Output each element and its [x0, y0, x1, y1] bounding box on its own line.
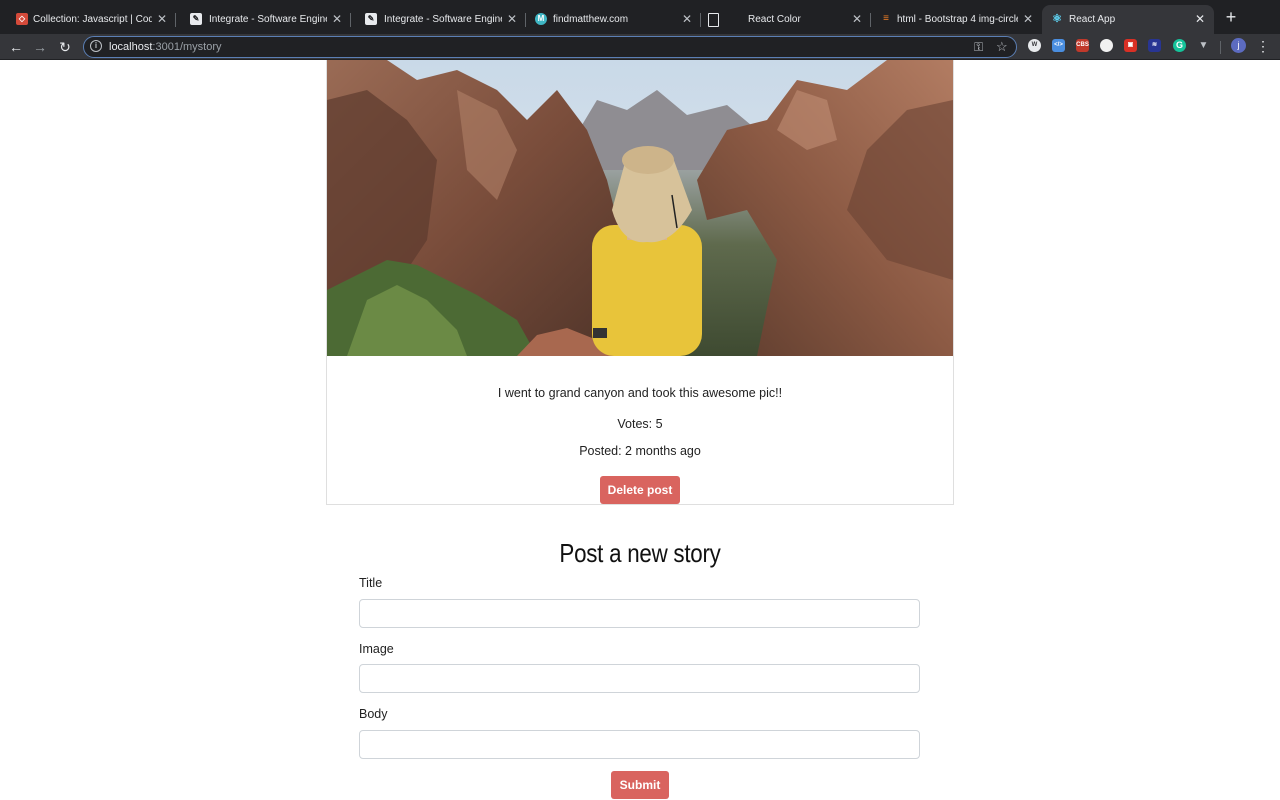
- browser-menu-icon[interactable]: ⋮: [1256, 37, 1270, 55]
- browser-tab-active[interactable]: ⚛ React App ✕: [1042, 5, 1214, 34]
- title-input[interactable]: [359, 599, 920, 628]
- title-label: Title: [359, 576, 383, 590]
- story-caption: I went to grand canyon and took this awe…: [497, 386, 783, 400]
- wordpress-extension-icon[interactable]: W: [1028, 39, 1041, 52]
- browser-tab-1[interactable]: ◇ Collection: Javascript | Code ✕: [0, 5, 176, 34]
- reload-button[interactable]: ↻: [56, 38, 74, 56]
- close-tab-icon[interactable]: ✕: [851, 5, 863, 34]
- url-text[interactable]: localhost:3001/mystory: [109, 37, 222, 57]
- stackoverflow-icon: ≡: [883, 13, 889, 24]
- tag-extension-icon[interactable]: ≋: [1148, 39, 1161, 52]
- pencil-icon: ✎: [190, 13, 202, 25]
- bookmark-star-icon[interactable]: ☆: [996, 38, 1008, 56]
- forward-button[interactable]: →: [31, 38, 49, 56]
- new-tab-button[interactable]: +: [1222, 7, 1240, 27]
- close-tab-icon[interactable]: ✕: [1194, 5, 1206, 34]
- browser-tab-3[interactable]: ✎ Integrate - Software Engineer ✕: [351, 5, 526, 34]
- tab-title: React App: [1069, 14, 1116, 25]
- image-input[interactable]: [359, 664, 920, 693]
- tab-title: findmatthew.com: [553, 14, 629, 25]
- m-logo-icon: M: [535, 13, 547, 25]
- browser-tab-6[interactable]: ≡ html - Bootstrap 4 img-circle ✕: [871, 5, 1042, 34]
- red-extension-icon[interactable]: ▣: [1124, 39, 1137, 52]
- circle-extension-icon[interactable]: [1100, 39, 1113, 52]
- new-story-heading: Post a new story: [559, 538, 721, 568]
- submit-button[interactable]: Submit: [611, 771, 669, 799]
- close-tab-icon[interactable]: ✕: [681, 5, 693, 34]
- codepen-icon: ◇: [16, 13, 28, 25]
- tab-strip: ◇ Collection: Javascript | Code ✕ ✎ Inte…: [0, 0, 1280, 34]
- browser-tab-2[interactable]: ✎ Integrate - Software Engineer ✕: [176, 5, 351, 34]
- tab-title: React Color: [748, 14, 801, 25]
- body-input[interactable]: [359, 730, 920, 759]
- delete-post-button[interactable]: Delete post: [600, 476, 680, 504]
- tab-title: Collection: Javascript | Code: [33, 14, 152, 25]
- address-bar[interactable]: i localhost:3001/mystory ⚿ ☆: [83, 36, 1017, 58]
- tab-title: html - Bootstrap 4 img-circle: [897, 14, 1018, 25]
- story-votes: Votes: 5: [617, 417, 663, 431]
- close-tab-icon[interactable]: ✕: [156, 5, 168, 34]
- browser-toolbar: ← → ↻ i localhost:3001/mystory ⚿ ☆ W </>…: [0, 34, 1280, 60]
- tab-title: Integrate - Software Engineer: [209, 14, 327, 25]
- page-content: I went to grand canyon and took this awe…: [0, 60, 1280, 800]
- story-card: I went to grand canyon and took this awe…: [326, 60, 954, 505]
- close-tab-icon[interactable]: ✕: [331, 5, 343, 34]
- react-icon: ⚛: [1052, 13, 1062, 25]
- body-label: Body: [359, 707, 388, 721]
- browser-tab-4[interactable]: M findmatthew.com ✕: [526, 5, 701, 34]
- close-tab-icon[interactable]: ✕: [1022, 5, 1034, 34]
- profile-avatar[interactable]: j: [1231, 38, 1246, 53]
- browser-tab-5[interactable]: React Color ✕: [701, 5, 871, 34]
- story-photo: [327, 60, 953, 356]
- vue-devtools-icon[interactable]: ▼: [1197, 39, 1210, 52]
- site-info-icon[interactable]: i: [90, 40, 102, 52]
- grammarly-icon[interactable]: G: [1173, 39, 1186, 52]
- code-extension-icon[interactable]: </>: [1052, 39, 1065, 52]
- story-posted-date: Posted: 2 months ago: [579, 444, 701, 458]
- back-button[interactable]: ←: [7, 38, 25, 56]
- image-label: Image: [359, 642, 394, 656]
- cbs-extension-icon[interactable]: CBS: [1076, 39, 1089, 52]
- close-tab-icon[interactable]: ✕: [506, 5, 518, 34]
- key-icon[interactable]: ⚿: [974, 38, 983, 56]
- page-icon: [708, 13, 719, 27]
- pencil-icon: ✎: [365, 13, 377, 25]
- tab-title: Integrate - Software Engineer: [384, 14, 502, 25]
